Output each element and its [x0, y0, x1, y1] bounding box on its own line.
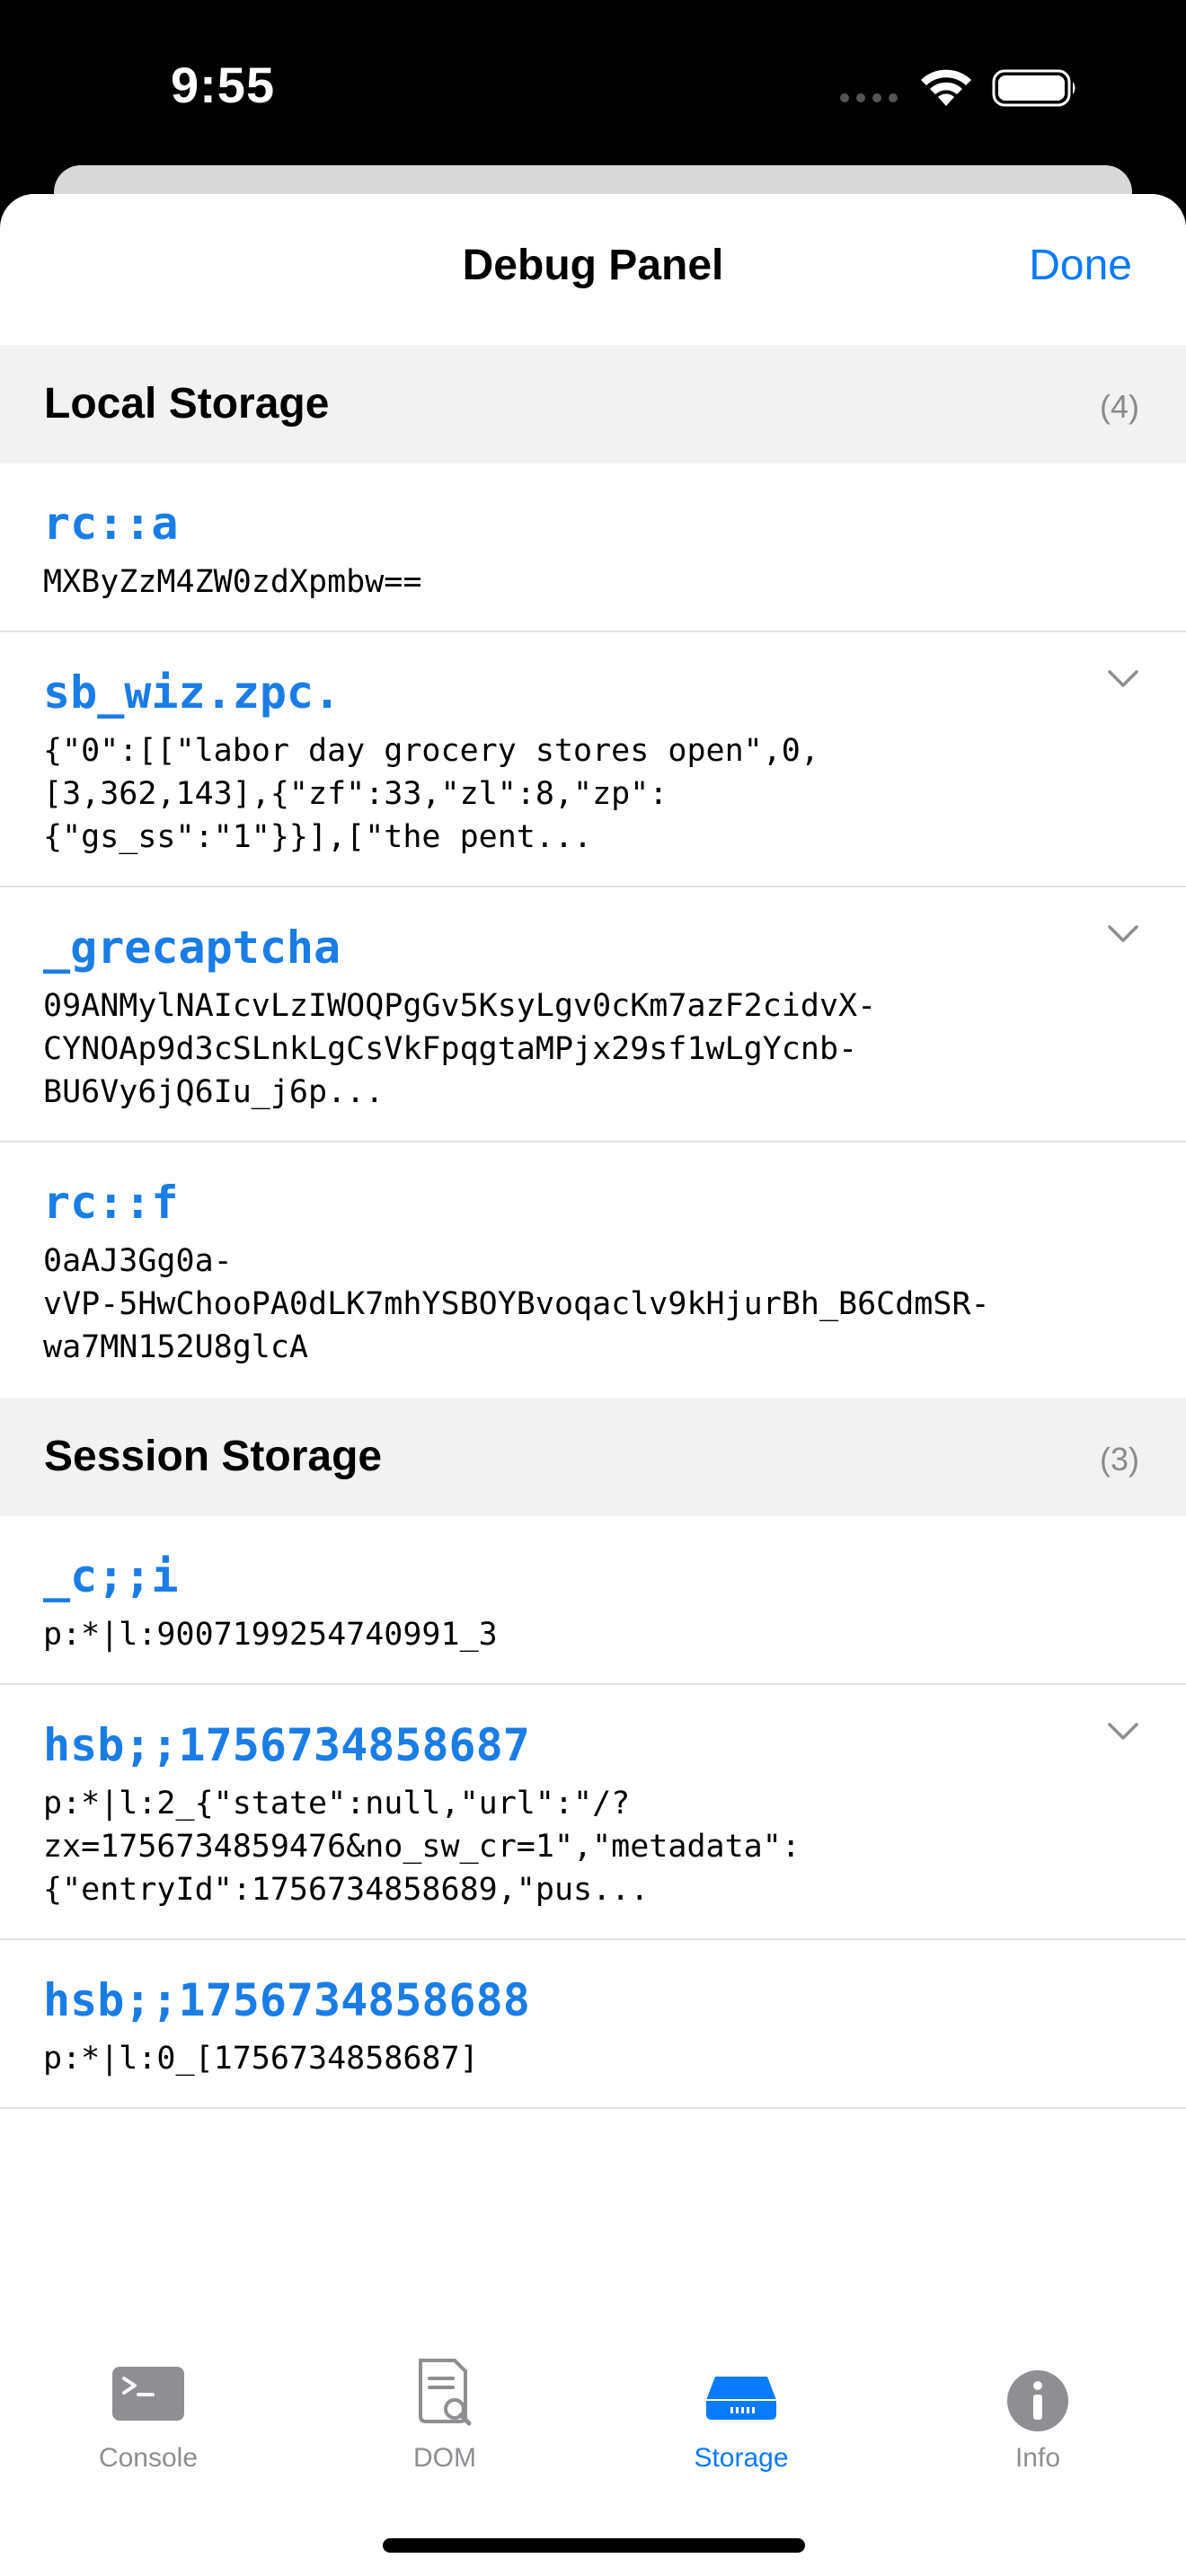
tab-label: Info [1014, 2443, 1061, 2473]
storage-entry[interactable]: rc::f 0aAJ3Gg0a- vVP-5HwChooPA0dLK7mhYSB… [0, 1142, 1186, 1394]
section-count: (4) [1100, 388, 1139, 425]
navigation-bar: Debug Panel Done [0, 194, 1186, 345]
section-header-local-storage: Local Storage (4) [0, 345, 1186, 463]
entry-key: hsb;;1756734858687 [43, 1719, 530, 1771]
section-title: Local Storage [44, 380, 330, 428]
entry-key: rc::a [43, 498, 179, 550]
info-icon [1007, 2370, 1068, 2431]
battery-icon [992, 69, 1075, 107]
chevron-down-icon[interactable] [1107, 1721, 1139, 1742]
tab-info[interactable]: Info [890, 2170, 1186, 2473]
entry-key: rc::f [43, 1177, 179, 1229]
wifi-icon [921, 69, 971, 106]
section-count: (3) [1100, 1441, 1139, 1478]
terminal-icon [112, 2367, 184, 2421]
cellular-signal-icon [840, 93, 898, 102]
storage-entry[interactable]: sb_wiz.zpc. {"0":[["labor day grocery st… [0, 632, 1186, 887]
entry-value: 09ANMylNAIcvLzIWOQPgGv5KsyLgv0cKm7azF2ci… [43, 988, 877, 1110]
entry-value: p:*|l:0_[1756734858687] [43, 2041, 479, 2077]
tab-label: Storage [694, 2443, 789, 2473]
entry-key: _c;;i [43, 1550, 179, 1602]
section-header-session-storage: Session Storage (3) [0, 1398, 1186, 1516]
tab-storage[interactable]: Storage [593, 2170, 890, 2473]
tab-console[interactable]: Console [0, 2170, 296, 2473]
status-bar: 9:55 [0, 0, 1186, 171]
chevron-down-icon[interactable] [1107, 923, 1139, 945]
storage-drive-icon [706, 2377, 776, 2420]
entry-key: _grecaptcha [43, 922, 341, 974]
section-title: Session Storage [44, 1433, 383, 1480]
storage-entry[interactable]: hsb;;1756734858688 p:*|l:0_[175673485868… [0, 1940, 1186, 2109]
entry-value: MXByZzM4ZW0zdXpmbw== [43, 564, 422, 600]
tab-bar: Console DOM Storage Info [0, 2170, 1186, 2473]
storage-entry[interactable]: _grecaptcha 09ANMylNAIcvLzIWOQPgGv5KsyLg… [0, 887, 1186, 1142]
document-search-icon [419, 2359, 472, 2426]
page-title: Debug Panel [462, 242, 724, 289]
home-indicator [383, 2538, 805, 2553]
entry-value: {"0":[["labor day grocery stores open",0… [43, 733, 819, 855]
tab-label: DOM [413, 2443, 476, 2473]
chevron-down-icon[interactable] [1107, 668, 1139, 690]
tab-dom[interactable]: DOM [296, 2170, 593, 2473]
status-time: 9:55 [171, 57, 276, 113]
entry-value: p:*|l:2_{"state":null,"url":"/? zx=17567… [43, 1786, 801, 1908]
tab-label: Console [98, 2443, 199, 2473]
storage-entry[interactable]: hsb;;1756734858687 p:*|l:2_{"state":null… [0, 1685, 1186, 1940]
storage-entry[interactable]: rc::a MXByZzM4ZW0zdXpmbw== [0, 463, 1186, 632]
done-button[interactable]: Done [1029, 241, 1132, 290]
entry-value: p:*|l:9007199254740991_3 [43, 1617, 498, 1653]
entry-key: sb_wiz.zpc. [43, 666, 341, 719]
storage-entry[interactable]: _c;;i p:*|l:9007199254740991_3 [0, 1516, 1186, 1685]
entry-key: hsb;;1756734858688 [43, 1974, 530, 2026]
entry-value: 0aAJ3Gg0a- vVP-5HwChooPA0dLK7mhYSBOYBvoq… [43, 1243, 990, 1365]
